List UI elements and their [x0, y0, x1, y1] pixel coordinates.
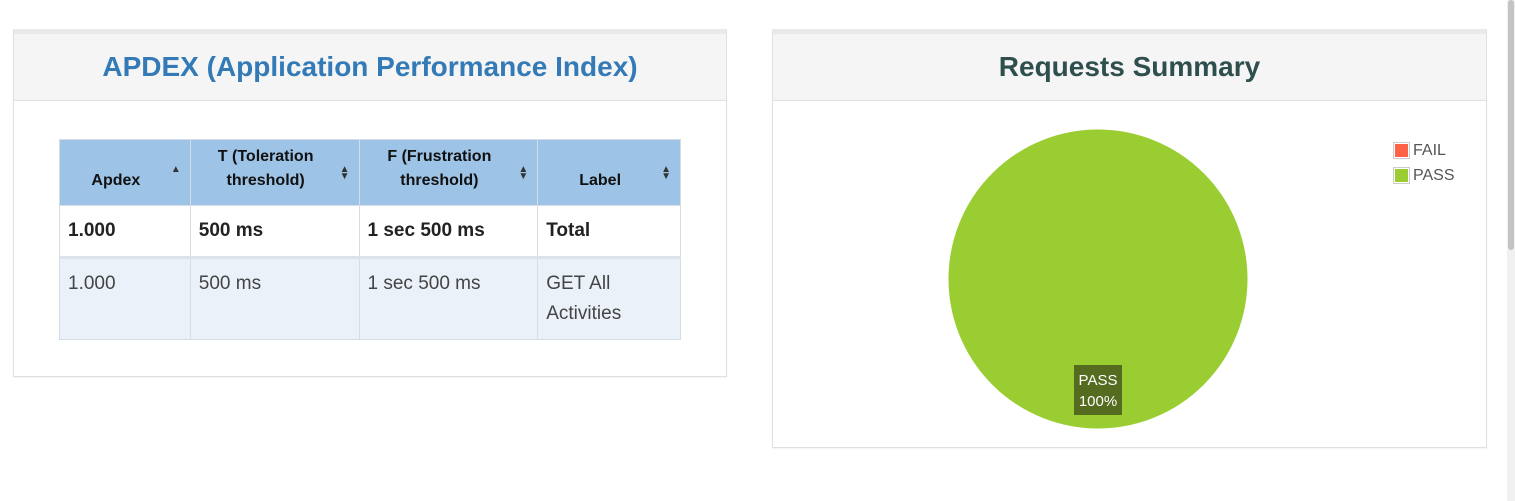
- table-row: 1.000 500 ms 1 sec 500 ms GET All Activi…: [59, 257, 681, 340]
- sort-both-icon[interactable]: ▲ ▼: [518, 165, 528, 182]
- apdex-panel: APDEX (Application Performance Index) Ap…: [13, 29, 727, 377]
- cell-toleration: 500 ms: [189, 205, 360, 259]
- column-header-label: T (Toleration: [217, 148, 314, 165]
- cell-frustration: 1 sec 500 ms: [358, 205, 539, 259]
- cell-toleration: 500 ms: [189, 257, 360, 340]
- apdex-panel-heading: APDEX (Application Performance Index): [14, 34, 726, 101]
- pie-slice-label: PASS 100%: [1074, 365, 1122, 415]
- requests-summary-panel: Requests Summary PASS 100% FAIL PASS: [772, 29, 1487, 448]
- cell-frustration: 1 sec 500 ms: [358, 257, 539, 340]
- column-header-frustration[interactable]: F (Frustration threshold) ▲ ▼: [358, 139, 539, 206]
- cell-label: GET All Activities: [537, 257, 681, 340]
- column-header-label[interactable]: Label ▲ ▼: [537, 139, 681, 206]
- legend-item-fail[interactable]: FAIL: [1393, 138, 1455, 163]
- legend-label-fail: FAIL: [1413, 141, 1446, 159]
- cell-label: Total: [537, 205, 681, 259]
- column-header-label: threshold): [400, 172, 479, 189]
- column-header-apdex[interactable]: Apdex ▲: [59, 139, 191, 206]
- column-header-label: Label: [579, 172, 622, 189]
- cell-apdex: 1.000: [59, 257, 191, 340]
- sort-ascending-icon[interactable]: ▲: [171, 165, 181, 175]
- column-header-label: F (Frustration: [387, 148, 492, 165]
- legend-label-pass: PASS: [1413, 166, 1455, 184]
- legend-swatch-fail: [1393, 142, 1410, 159]
- cell-apdex: 1.000: [59, 205, 191, 259]
- sort-both-icon[interactable]: ▲ ▼: [340, 165, 350, 182]
- slice-label-name: PASS: [1079, 372, 1118, 389]
- requests-pie-chart: PASS 100%: [947, 128, 1249, 430]
- page-scrollbar[interactable]: [1507, 0, 1515, 501]
- apdex-title: APDEX (Application Performance Index): [102, 51, 638, 82]
- legend-swatch-pass: [1393, 167, 1410, 184]
- sort-both-icon[interactable]: ▲ ▼: [661, 165, 671, 182]
- column-header-label: Apdex: [91, 172, 141, 189]
- chart-legend: FAIL PASS: [1393, 138, 1455, 188]
- column-header-toleration[interactable]: T (Toleration threshold) ▲ ▼: [189, 139, 360, 206]
- legend-item-pass[interactable]: PASS: [1393, 163, 1455, 188]
- slice-label-value: 100%: [1079, 393, 1117, 410]
- scrollbar-thumb[interactable]: [1508, 0, 1514, 250]
- column-header-label: threshold): [226, 172, 305, 189]
- apdex-table: Apdex ▲ T (Toleration threshold) ▲ ▼ F (F…: [59, 139, 681, 340]
- table-row-total: 1.000 500 ms 1 sec 500 ms Total: [59, 205, 681, 259]
